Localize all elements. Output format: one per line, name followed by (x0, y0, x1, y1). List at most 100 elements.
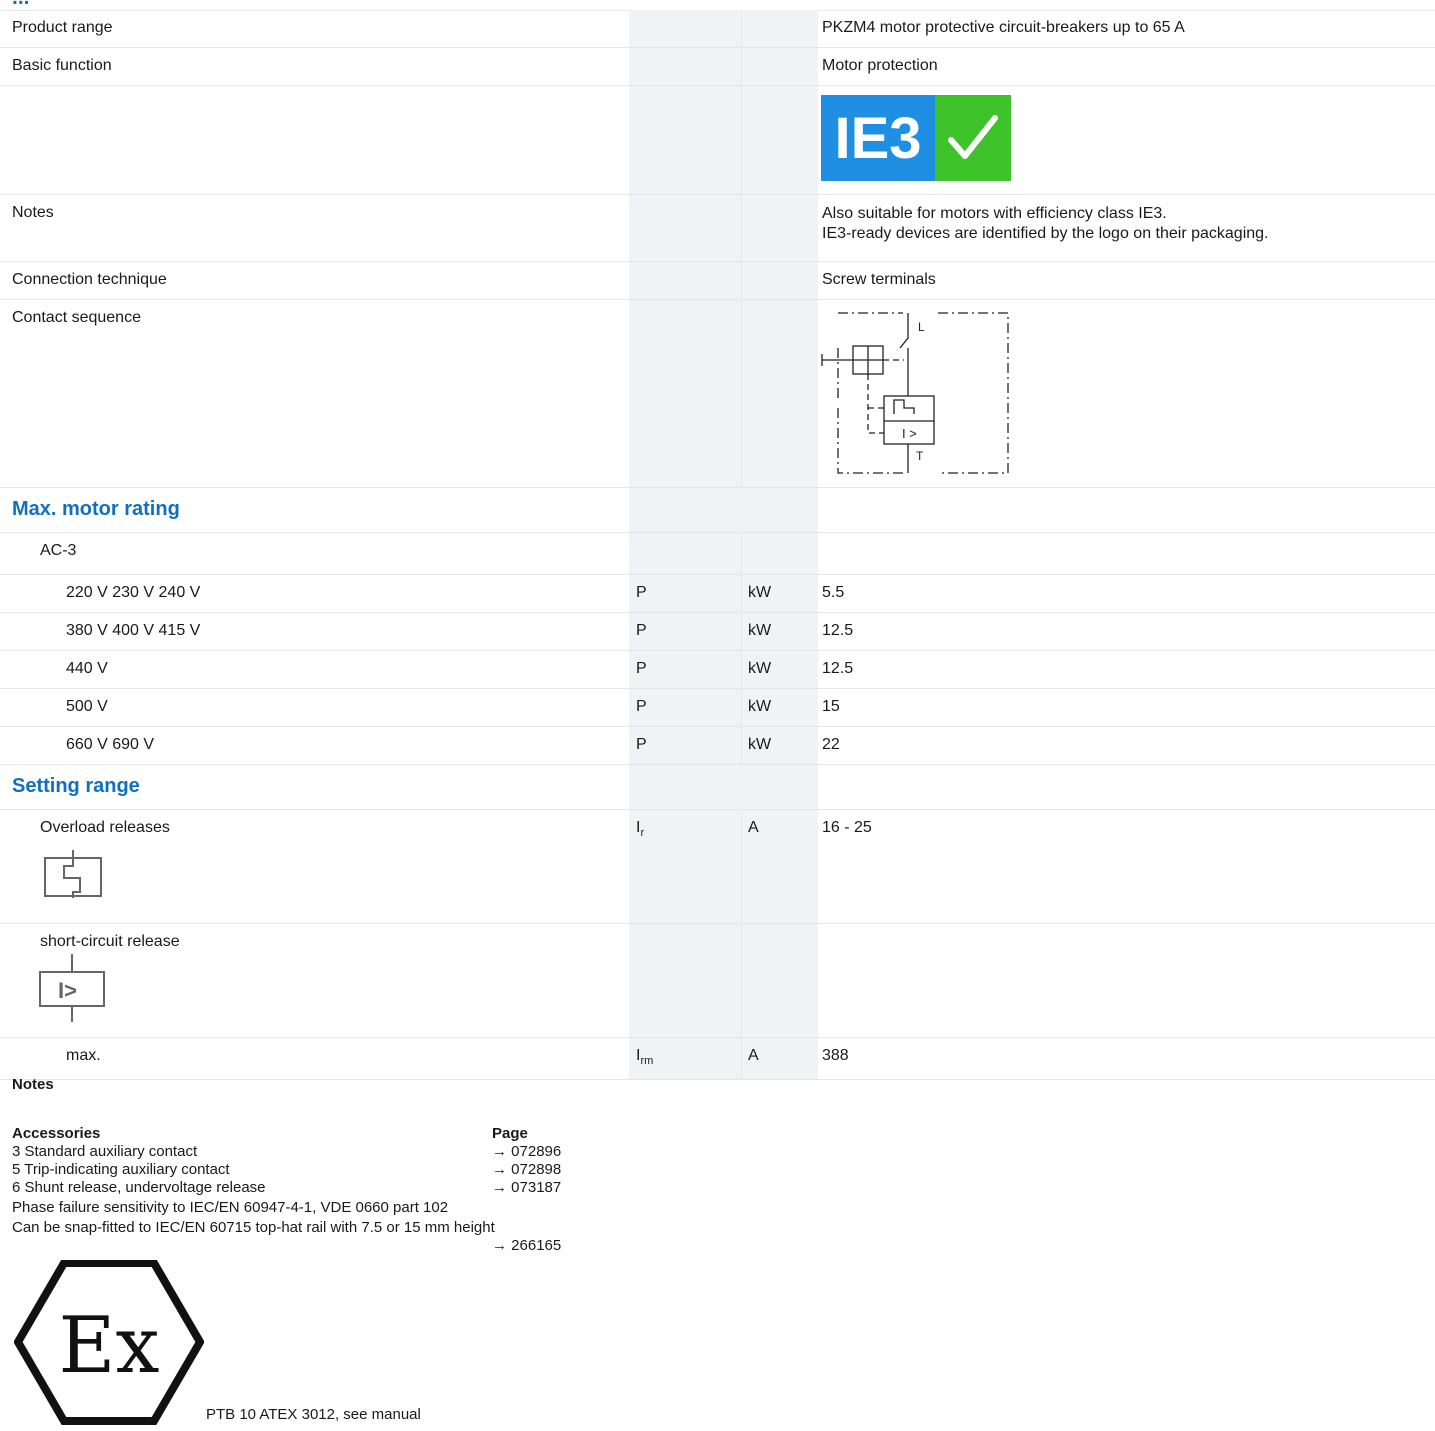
row-unit: kW (748, 698, 772, 715)
notes-line: IE3-ready devices are identified by the … (822, 225, 1269, 242)
table-row: 660 V 690 V P kW 22 (0, 727, 1435, 765)
row-unit: A (748, 819, 759, 836)
row-unit: kW (748, 736, 772, 753)
rail-page-link[interactable]: 266165 (511, 1237, 561, 1254)
row-label: Notes (12, 204, 54, 221)
row-label: short-circuit release (40, 933, 180, 950)
table-row: 220 V 230 V 240 V P kW 5.5 (0, 575, 1435, 613)
table-row: IE3 (0, 86, 1435, 195)
row-symbol: P (636, 584, 647, 601)
ie3-logo: IE3 (821, 95, 1011, 181)
accessory-page-link[interactable]: 072898 (511, 1161, 561, 1178)
table-row: max. Irm A 388 (0, 1038, 1435, 1080)
table-row: Overload releases Ir A 16 - 25 (0, 810, 1435, 924)
table-row: Basic function Motor protection (0, 48, 1435, 86)
row-unit: kW (748, 584, 772, 601)
spec-table: Product range PKZM4 motor protective cir… (0, 10, 1435, 1080)
row-label: Product range (12, 19, 113, 36)
row-value: 22 (822, 736, 840, 753)
phase-failure-note: Phase failure sensitivity to IEC/EN 6094… (12, 1199, 449, 1216)
accessory-item: 5 Trip-indicating auxiliary contact → 07… (12, 1161, 612, 1179)
checkmark-icon (935, 95, 1011, 181)
row-value: 12.5 (822, 660, 854, 677)
accessories-title: Accessories (12, 1125, 101, 1142)
row-symbol: P (636, 660, 647, 677)
row-unit: kW (748, 622, 772, 639)
accessory-page-link[interactable]: 072896 (511, 1143, 561, 1160)
table-row: 440 V P kW 12.5 (0, 651, 1435, 689)
ex-atex-icon: Ex (14, 1260, 204, 1425)
accessory-label: 6 Shunt release, undervoltage release (12, 1179, 266, 1196)
accessory-label: 5 Trip-indicating auxiliary contact (12, 1161, 230, 1178)
accessory-item: 3 Standard auxiliary contact → 072896 (12, 1143, 612, 1161)
row-label: 500 V (66, 698, 108, 715)
section-title: Setting range (12, 775, 140, 797)
accessory-label: 3 Standard auxiliary contact (12, 1143, 198, 1160)
diagram-label-T: T (916, 449, 924, 463)
row-value: Screw terminals (822, 271, 936, 288)
row-unit: kW (748, 660, 772, 677)
arrow-icon: → (492, 1237, 507, 1254)
table-row: AC-3 (0, 533, 1435, 575)
row-label: 220 V 230 V 240 V (66, 584, 201, 601)
accessory-page-link[interactable]: 073187 (511, 1179, 561, 1196)
row-symbol: P (636, 698, 647, 715)
row-value: 15 (822, 698, 840, 715)
diagram-label-I: I > (902, 426, 917, 441)
note-line: → 266165 (12, 1237, 612, 1255)
row-label: Basic function (12, 57, 112, 74)
arrow-icon: → (492, 1179, 507, 1196)
row-value: 16 - 25 (822, 819, 872, 836)
row-label: Overload releases (40, 819, 170, 836)
table-row: Product range PKZM4 motor protective cir… (0, 10, 1435, 48)
short-circuit-release-icon: I> (39, 954, 105, 1022)
table-row: 380 V 400 V 415 V P kW 12.5 (0, 613, 1435, 651)
note-line: Can be snap-fitted to IEC/EN 60715 top-h… (12, 1219, 612, 1237)
overload-release-icon (44, 850, 102, 898)
contact-sequence-diagram: L I > T (821, 312, 1009, 474)
diagram-label-L: L (918, 320, 925, 334)
row-symbol: P (636, 736, 647, 753)
row-label: 440 V (66, 660, 108, 677)
row-unit: A (748, 1047, 759, 1064)
short-circuit-icon-text: I> (58, 978, 77, 1003)
table-row: Notes Also suitable for motors with effi… (0, 195, 1435, 262)
row-label: max. (66, 1047, 101, 1064)
row-value: 5.5 (822, 584, 845, 601)
row-value: Also suitable for motors with efficiency… (822, 204, 1269, 244)
notes-section: Notes (12, 1076, 54, 1094)
accessory-item: 6 Shunt release, undervoltage release → … (12, 1179, 612, 1197)
notes-title: Notes (12, 1076, 54, 1093)
atex-note: PTB 10 ATEX 3012, see manual (206, 1406, 421, 1423)
arrow-icon: → (492, 1161, 507, 1178)
section-title-clipped: ... (12, 0, 30, 10)
row-value: 388 (822, 1047, 849, 1064)
row-symbol: Irm (636, 1047, 654, 1067)
section-row: Setting range (0, 765, 1435, 810)
notes-line: Also suitable for motors with efficiency… (822, 205, 1167, 222)
accessories-section: Accessories Page 3 Standard auxiliary co… (12, 1125, 612, 1255)
row-label: 380 V 400 V 415 V (66, 622, 201, 639)
top-hat-rail-note: Can be snap-fitted to IEC/EN 60715 top-h… (12, 1219, 495, 1236)
row-value: PKZM4 motor protective circuit-breakers … (822, 19, 1185, 36)
table-row: Connection technique Screw terminals (0, 262, 1435, 300)
row-symbol: Ir (636, 819, 645, 839)
row-label: Connection technique (12, 271, 167, 288)
section-title: Max. motor rating (12, 498, 180, 520)
row-symbol: P (636, 622, 647, 639)
page-column-title: Page (492, 1125, 528, 1142)
table-row: Contact sequence L I > T (0, 300, 1435, 488)
accessories-header: Accessories Page (12, 1125, 612, 1143)
row-label: Contact sequence (12, 309, 141, 326)
table-row: 500 V P kW 15 (0, 689, 1435, 727)
note-line: Phase failure sensitivity to IEC/EN 6094… (12, 1199, 612, 1217)
row-label: AC-3 (40, 542, 77, 559)
row-value: Motor protection (822, 57, 938, 74)
row-value: 12.5 (822, 622, 854, 639)
ie3-logo-text: IE3 (821, 95, 935, 181)
arrow-icon: → (492, 1143, 507, 1160)
section-row: Max. motor rating (0, 488, 1435, 533)
ex-symbol-text: Ex (59, 1301, 160, 1391)
row-label: 660 V 690 V (66, 736, 155, 753)
table-row: short-circuit release I> (0, 924, 1435, 1038)
